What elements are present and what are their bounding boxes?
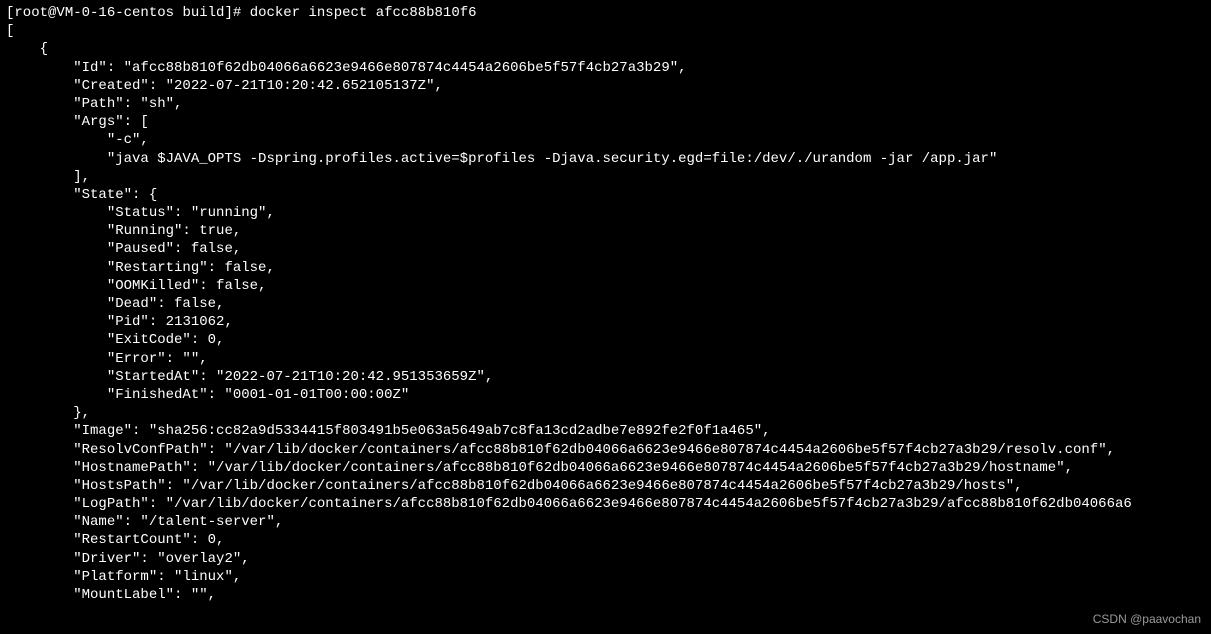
field-pid: 2131062: [166, 314, 225, 330]
shell-prompt: [root@VM-0-16-centos build]#: [6, 5, 241, 21]
field-path: sh: [149, 96, 166, 112]
command-text: docker inspect afcc88b810f6: [250, 5, 477, 21]
watermark-text: CSDN @paavochan: [1093, 612, 1201, 628]
field-arg-1: java $JAVA_OPTS -Dspring.profiles.active…: [115, 151, 989, 167]
terminal-output[interactable]: [root@VM-0-16-centos build]# docker insp…: [0, 0, 1211, 608]
field-status: running: [199, 205, 258, 221]
field-name: /talent-server: [149, 514, 267, 530]
field-created: 2022-07-21T10:20:42.652105137Z: [174, 78, 426, 94]
field-running: true: [199, 223, 233, 239]
field-restartcount: 0: [208, 532, 216, 548]
field-resolvconfpath: /var/lib/docker/containers/afcc88b810f62…: [233, 442, 1098, 458]
field-oomkilled: false: [216, 278, 258, 294]
field-restarting: false: [224, 260, 266, 276]
field-exitcode: 0: [208, 332, 216, 348]
field-platform: linux: [182, 569, 224, 585]
field-logpath: /var/lib/docker/containers/afcc88b810f62…: [174, 496, 1132, 512]
field-hostnamepath: /var/lib/docker/containers/afcc88b810f62…: [216, 460, 1056, 476]
field-paused: false: [191, 241, 233, 257]
field-id: afcc88b810f62db04066a6623e9466e807874c44…: [132, 60, 670, 76]
field-startedat: 2022-07-21T10:20:42.951353659Z: [224, 369, 476, 385]
field-hostspath: /var/lib/docker/containers/afcc88b810f62…: [191, 478, 1006, 494]
field-finishedat: 0001-01-01T00:00:00Z: [233, 387, 401, 403]
field-arg-0: -c: [115, 132, 132, 148]
field-dead: false: [174, 296, 216, 312]
field-driver: overlay2: [166, 551, 233, 567]
field-image: sha256:cc82a9d5334415f803491b5e063a5649a…: [157, 423, 754, 439]
